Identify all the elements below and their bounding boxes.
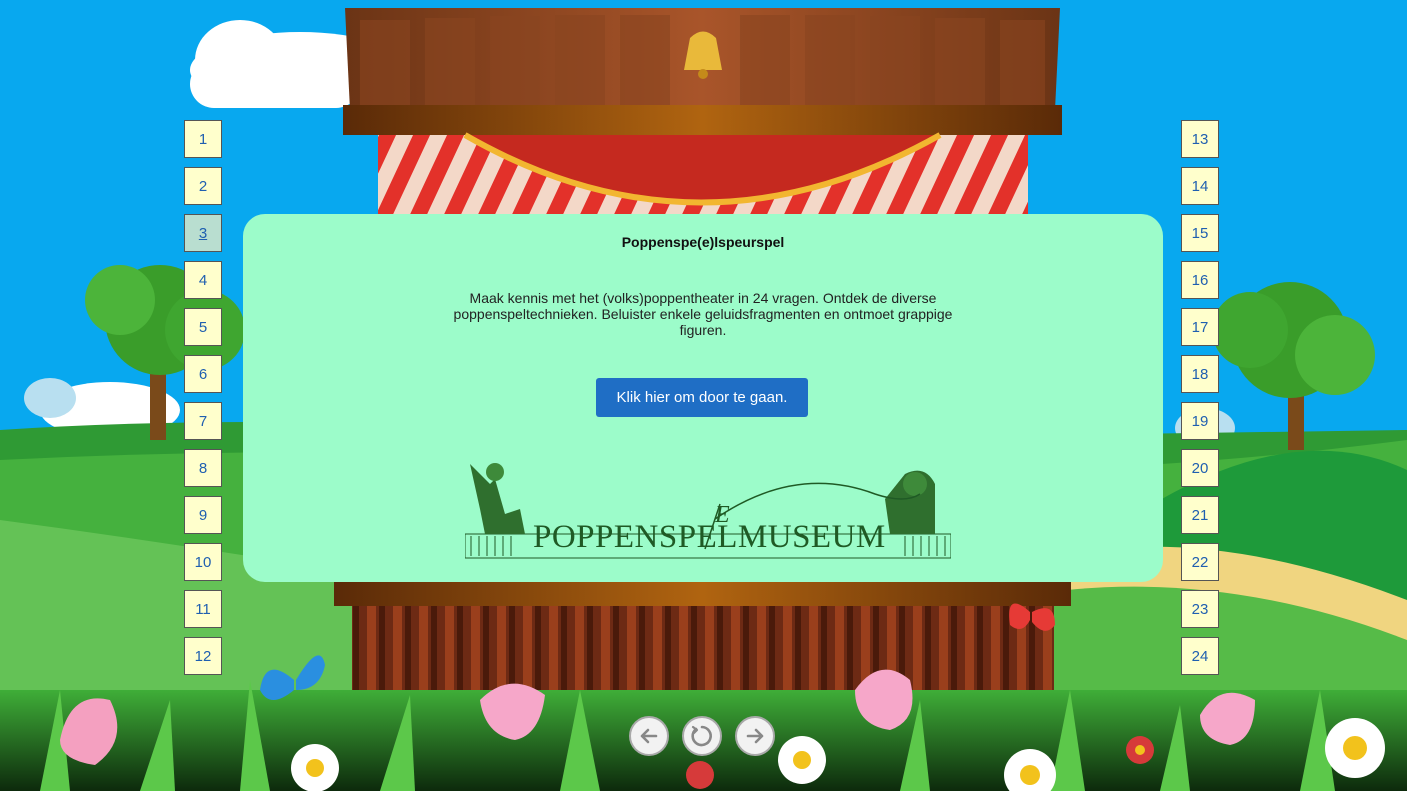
- continue-button[interactable]: Klik hier om door te gaan.: [596, 378, 808, 417]
- arrow-right-icon: [746, 728, 764, 744]
- question-button-20[interactable]: 20: [1181, 449, 1219, 487]
- museum-logo: E POPPENSPELMUSEUM: [465, 454, 951, 562]
- next-button[interactable]: [735, 716, 775, 756]
- reload-button[interactable]: [682, 716, 722, 756]
- logo-text: POPPENSPELMUSEUM: [533, 519, 886, 555]
- question-button-2[interactable]: 2: [184, 167, 222, 205]
- intro-panel: Poppenspe(e)lspeurspel Maak kennis met h…: [243, 214, 1163, 582]
- question-button-22[interactable]: 22: [1181, 543, 1219, 581]
- question-button-18[interactable]: 18: [1181, 355, 1219, 393]
- question-button-16[interactable]: 16: [1181, 261, 1219, 299]
- question-button-11[interactable]: 11: [184, 590, 222, 628]
- question-button-14[interactable]: 14: [1181, 167, 1219, 205]
- question-button-7[interactable]: 7: [184, 402, 222, 440]
- question-button-9[interactable]: 9: [184, 496, 222, 534]
- question-button-12[interactable]: 12: [184, 637, 222, 675]
- previous-button[interactable]: [629, 716, 669, 756]
- question-button-23[interactable]: 23: [1181, 590, 1219, 628]
- question-button-13[interactable]: 13: [1181, 120, 1219, 158]
- question-button-5[interactable]: 5: [184, 308, 222, 346]
- panel-title: Poppenspe(e)lspeurspel: [621, 234, 785, 250]
- question-button-6[interactable]: 6: [184, 355, 222, 393]
- question-button-24[interactable]: 24: [1181, 637, 1219, 675]
- question-button-3[interactable]: 3: [184, 214, 222, 252]
- question-button-4[interactable]: 4: [184, 261, 222, 299]
- reload-icon: [691, 725, 712, 747]
- question-button-21[interactable]: 21: [1181, 496, 1219, 534]
- panel-intro-text: Maak kennis met het (volks)poppentheater…: [453, 290, 953, 338]
- question-button-17[interactable]: 17: [1181, 308, 1219, 346]
- question-button-15[interactable]: 15: [1181, 214, 1219, 252]
- question-button-8[interactable]: 8: [184, 449, 222, 487]
- question-button-1[interactable]: 1: [184, 120, 222, 158]
- arrow-left-icon: [640, 728, 658, 744]
- question-button-10[interactable]: 10: [184, 543, 222, 581]
- question-button-19[interactable]: 19: [1181, 402, 1219, 440]
